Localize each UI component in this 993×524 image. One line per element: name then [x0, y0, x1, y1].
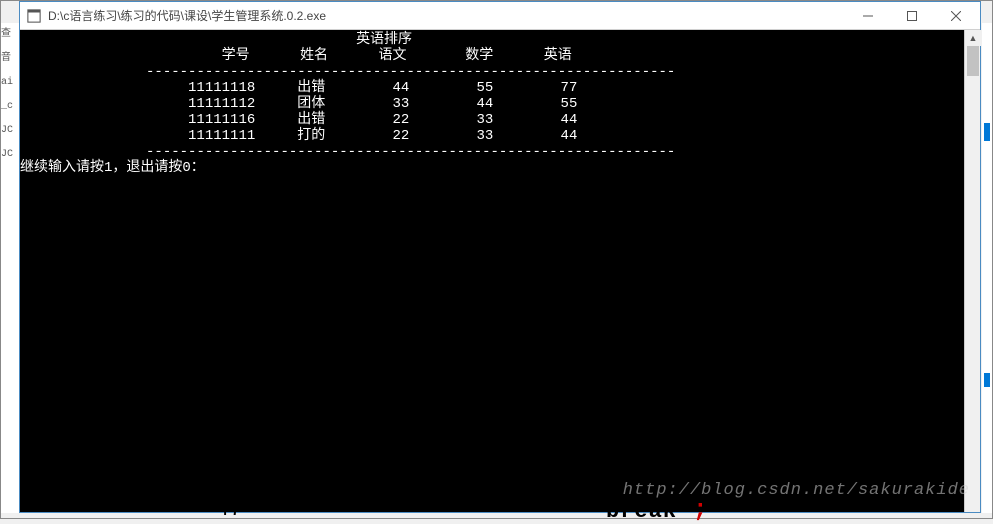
cell-math: 33	[477, 128, 494, 144]
outer-frame: 查 音 ai _c JC JC D:\c语言练习\练习的代码\课设\学生管理系统…	[0, 0, 993, 519]
cell-name: 出错	[297, 80, 325, 96]
cell-english: 44	[561, 112, 578, 128]
window-title: D:\c语言练习\练习的代码\课设\学生管理系统.0.2.exe	[48, 7, 846, 24]
cell-name: 出错	[297, 112, 325, 128]
console-client-area: 英语排序 学号 姓名 语文 数学 英语 --------------------…	[20, 30, 980, 512]
cell-math: 33	[477, 112, 494, 128]
window-controls	[846, 3, 978, 29]
bg-bottom-semicolon: ;	[693, 497, 707, 524]
cell-chinese: 22	[392, 128, 409, 144]
bg-right-mark	[984, 123, 990, 141]
cell-math: 44	[477, 96, 494, 112]
header-id: 学号	[222, 48, 250, 64]
bg-left-item: JC	[1, 119, 19, 143]
bg-right-mark	[984, 373, 990, 387]
header-row: 学号 姓名 语文 数学 英语	[20, 48, 964, 64]
scroll-up-arrow[interactable]: ▲	[965, 30, 981, 46]
vertical-scrollbar[interactable]: ▲	[964, 30, 980, 512]
maximize-button[interactable]	[890, 3, 934, 29]
cell-name: 打的	[297, 128, 325, 144]
close-button[interactable]	[934, 3, 978, 29]
cell-name: 团体	[297, 96, 325, 112]
sort-title-row: 英语排序	[20, 32, 964, 48]
prompt-row: 继续输入请按1，退出请按0：	[20, 160, 964, 176]
bg-left-item: ai	[1, 71, 19, 95]
cell-id: 11111116	[188, 112, 255, 128]
separator: ----------------------------------------…	[146, 64, 675, 80]
titlebar[interactable]: D:\c语言练习\练习的代码\课设\学生管理系统.0.2.exe	[20, 2, 980, 30]
cell-math: 55	[477, 80, 494, 96]
table-row: 11111118 出错 44 55 77	[20, 80, 964, 96]
console-output[interactable]: 英语排序 学号 姓名 语文 数学 英语 --------------------…	[20, 30, 964, 512]
bg-left-item: JC	[1, 143, 19, 167]
header-math: 数学	[465, 48, 493, 64]
sort-title: 英语排序	[356, 32, 412, 48]
bg-bottom-word: break	[606, 499, 677, 524]
separator: ----------------------------------------…	[146, 144, 675, 160]
header-name: 姓名	[300, 48, 328, 64]
cell-english: 77	[561, 80, 578, 96]
minimize-button[interactable]	[846, 3, 890, 29]
app-icon	[26, 8, 42, 24]
bg-left-strip: 查 音 ai _c JC JC	[1, 23, 19, 513]
prompt-text: 继续输入请按1，退出请按0：	[20, 160, 205, 176]
table-row: 11111116 出错 22 33 44	[20, 112, 964, 128]
cell-chinese: 22	[392, 112, 409, 128]
separator-row: ----------------------------------------…	[20, 64, 964, 80]
table-row: 11111111 打的 22 33 44	[20, 128, 964, 144]
cell-english: 55	[561, 96, 578, 112]
cell-english: 44	[561, 128, 578, 144]
header-chinese: 语文	[378, 48, 406, 64]
bg-bottom-number: 47	[216, 497, 242, 522]
scroll-thumb[interactable]	[967, 46, 979, 76]
bg-left-item: _c	[1, 95, 19, 119]
cell-id: 11111112	[188, 96, 255, 112]
bg-left-item: 音	[1, 47, 19, 71]
cell-chinese: 33	[392, 96, 409, 112]
bg-left-item: 查	[1, 23, 19, 47]
cell-chinese: 44	[392, 80, 409, 96]
table-row: 11111112 团体 33 44 55	[20, 96, 964, 112]
bg-right-strip	[982, 23, 992, 513]
header-english: 英语	[544, 48, 572, 64]
cell-id: 11111111	[188, 128, 255, 144]
console-window: D:\c语言练习\练习的代码\课设\学生管理系统.0.2.exe 英语排序	[19, 1, 981, 513]
cell-id: 11111118	[188, 80, 255, 96]
separator-row: ----------------------------------------…	[20, 144, 964, 160]
